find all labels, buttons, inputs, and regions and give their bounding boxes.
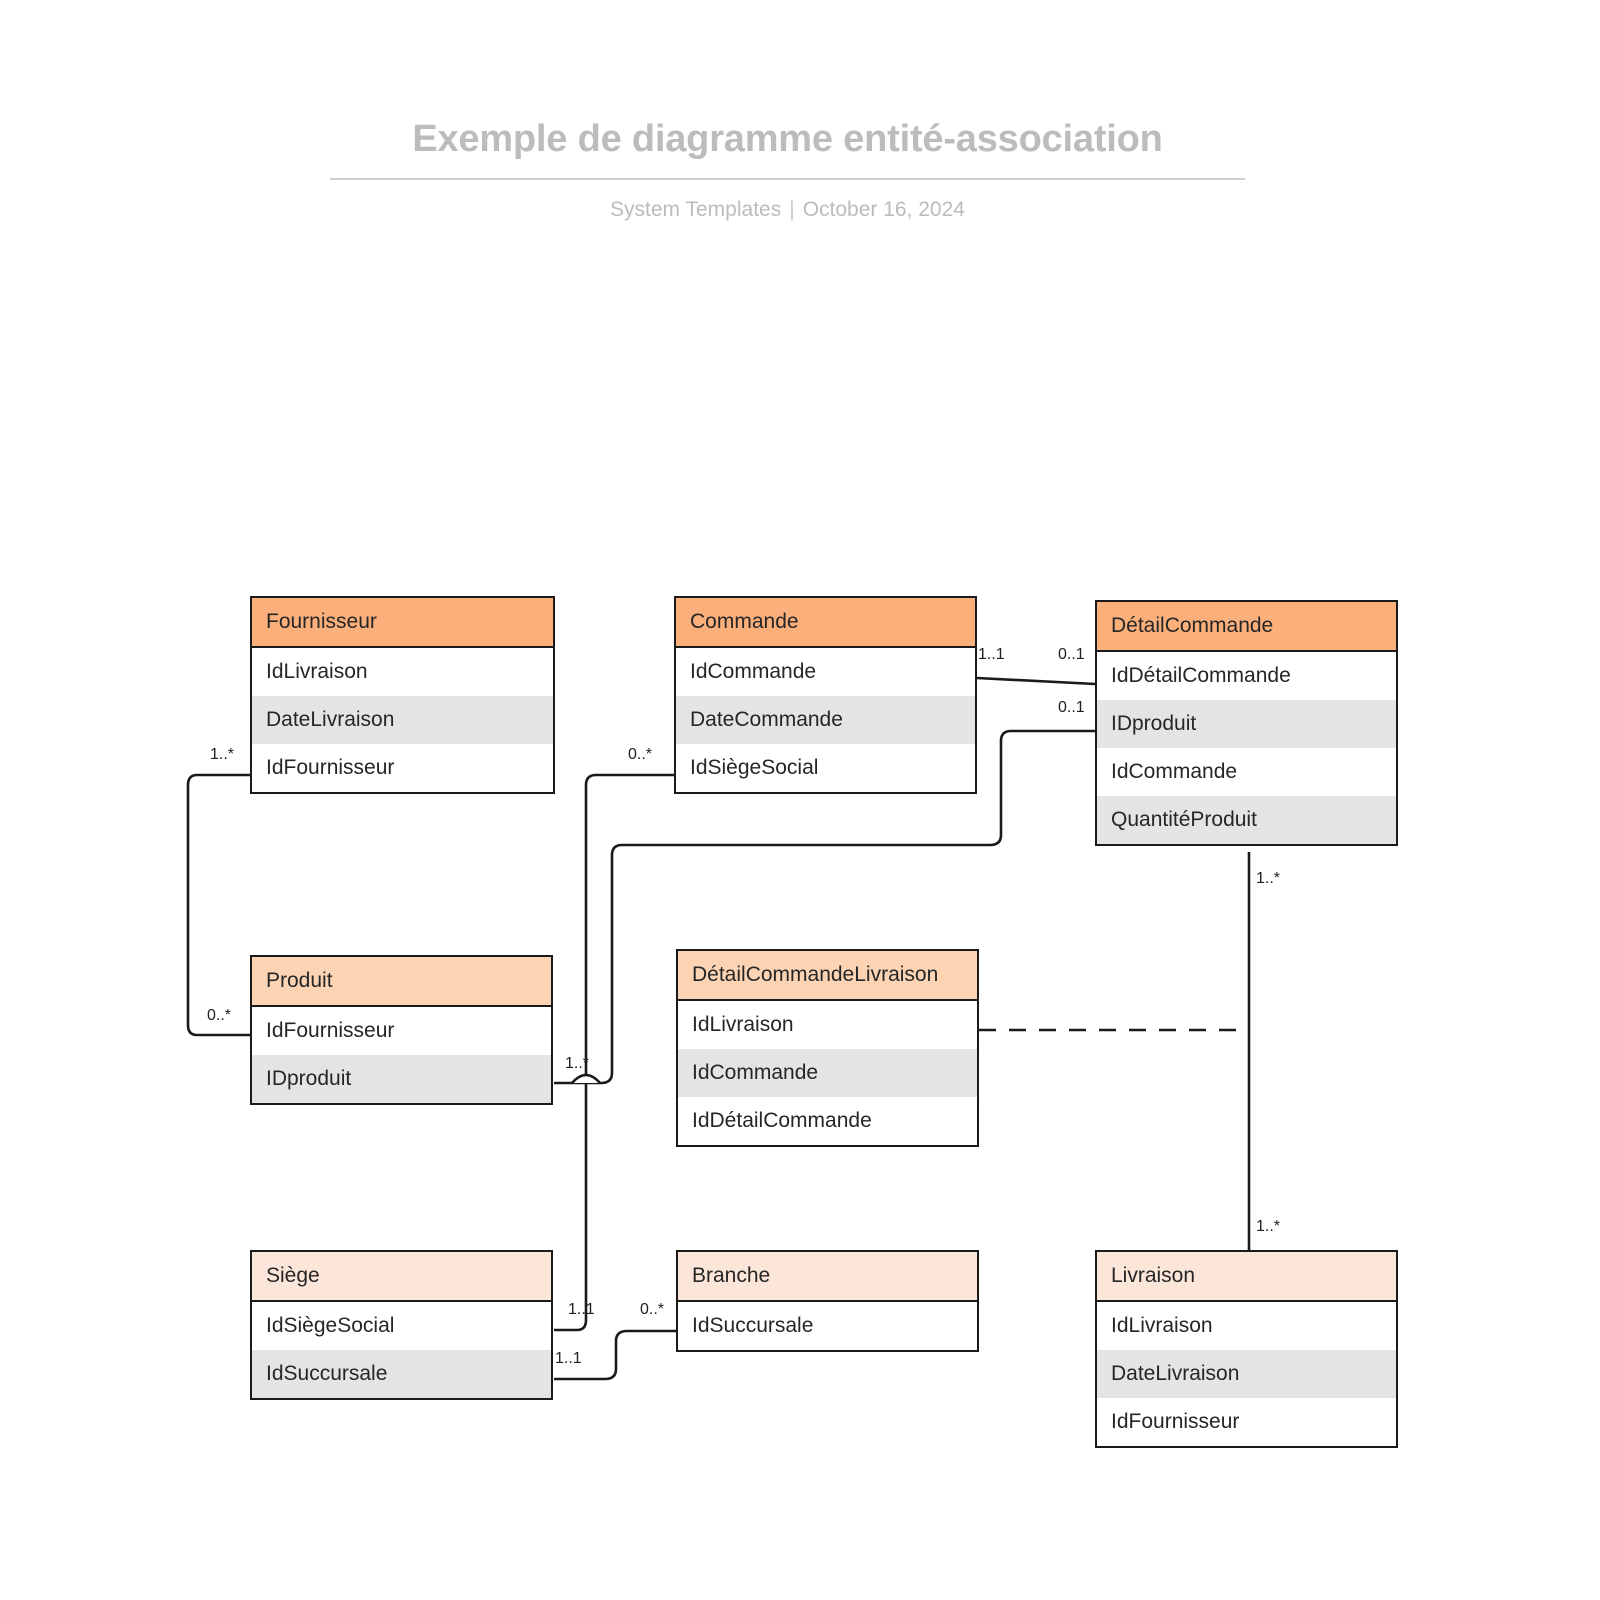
attribute-row: IdLivraison [252,648,553,696]
attribute-row: IdSiègeSocial [252,1302,551,1350]
cardinality-label: 1..* [210,746,235,763]
attribute-row: DateLivraison [1097,1350,1396,1398]
entity-branche[interactable]: Branche IdSuccursale [676,1250,979,1352]
entity-title-siege: Siège [252,1252,551,1302]
edge-fournisseur-produit [186,773,250,1037]
cardinality-label: 0..* [628,746,653,763]
entity-commande[interactable]: Commande IdCommande DateCommande IdSiège… [674,596,977,794]
attribute-row: IDproduit [1097,700,1396,748]
edge-line-hop [571,1073,601,1084]
entity-title-branche: Branche [678,1252,977,1302]
entity-detailcommandelivraison[interactable]: DétailCommandeLivraison IdLivraison IdCo… [676,949,979,1147]
attribute-row: IdFournisseur [252,1007,551,1055]
attribute-row: IdCommande [676,648,975,696]
entity-livraison[interactable]: Livraison IdLivraison DateLivraison IdFo… [1095,1250,1398,1448]
entity-siege[interactable]: Siège IdSiègeSocial IdSuccursale [250,1250,553,1400]
cardinality-label: 1..1 [978,646,1005,663]
edge-commande-siege [554,773,674,1332]
attribute-row: IdLivraison [1097,1302,1396,1350]
attribute-row: IdCommande [1097,748,1396,796]
attribute-row: IdFournisseur [252,744,553,792]
entity-title-fournisseur: Fournisseur [252,598,553,648]
entity-title-commande: Commande [676,598,975,648]
entity-title-livraison: Livraison [1097,1252,1396,1302]
entity-fournisseur[interactable]: Fournisseur IdLivraison DateLivraison Id… [250,596,555,794]
cardinality-label: 1..1 [568,1301,595,1318]
attribute-row: QuantitéProduit [1097,796,1396,844]
attribute-row: IdSuccursale [678,1302,977,1350]
attribute-row: IDproduit [252,1055,551,1103]
entity-title-detailcommande: DétailCommande [1097,602,1396,652]
attribute-row: IdSiègeSocial [676,744,975,792]
cardinality-label: 1..* [1256,1218,1281,1235]
attribute-row: IdFournisseur [1097,1398,1396,1446]
entity-title-detailcommandelivraison: DétailCommandeLivraison [678,951,977,1001]
attribute-row: DateCommande [676,696,975,744]
attribute-row: IdLivraison [678,1001,977,1049]
attribute-row: IdDétailCommande [1097,652,1396,700]
cardinality-label: 0..* [640,1301,665,1318]
attribute-row: IdDétailCommande [678,1097,977,1145]
cardinality-label: 0..1 [1058,646,1085,663]
cardinality-label: 1..* [565,1055,590,1072]
attribute-row: IdSuccursale [252,1350,551,1398]
entity-title-produit: Produit [252,957,551,1007]
cardinality-label: 0..1 [1058,699,1085,716]
entity-detailcommande[interactable]: DétailCommande IdDétailCommande IDprodui… [1095,600,1398,846]
er-diagram: Fournisseur IdLivraison DateLivraison Id… [0,0,1600,1600]
cardinality-label: 0..* [207,1007,232,1024]
attribute-row: DateLivraison [252,696,553,744]
edge-commande-detailcommande [976,676,1096,686]
cardinality-label: 1..1 [555,1350,582,1367]
cardinality-label: 1..* [1256,870,1281,887]
entity-produit[interactable]: Produit IdFournisseur IDproduit [250,955,553,1105]
attribute-row: IdCommande [678,1049,977,1097]
